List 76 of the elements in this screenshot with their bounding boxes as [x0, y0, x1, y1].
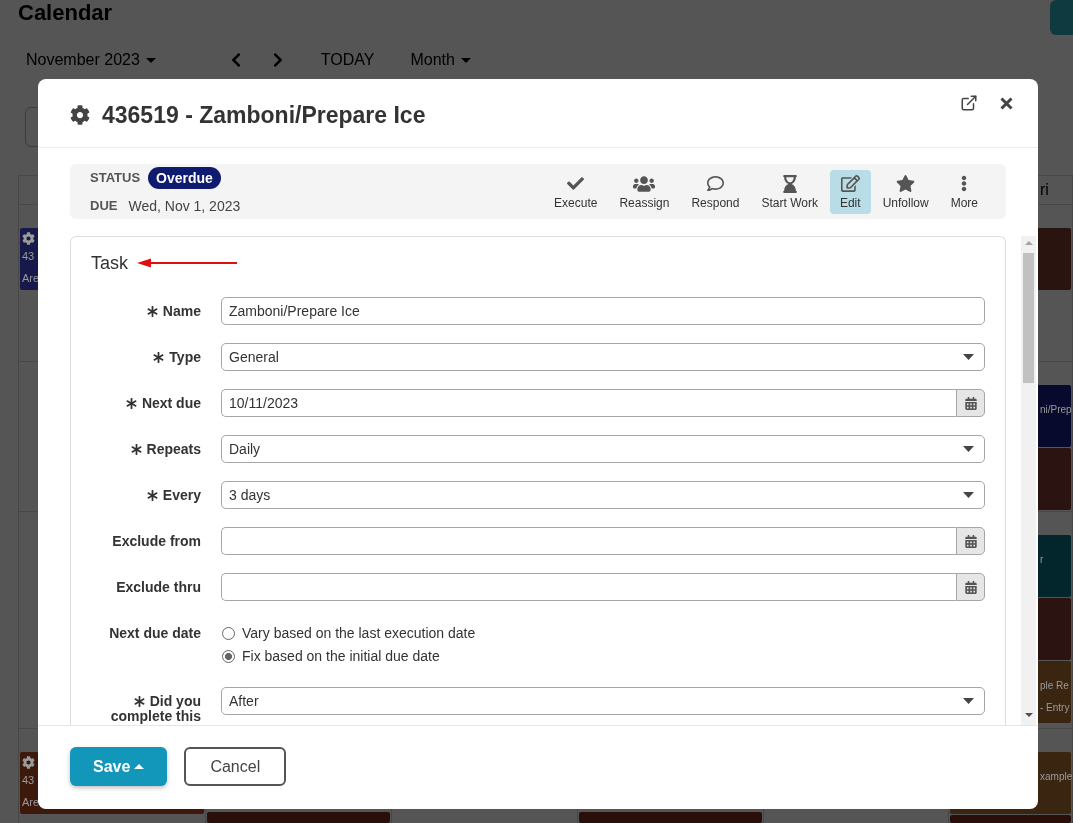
calendar-button[interactable]	[956, 527, 985, 555]
text-field[interactable]: Zamboni/Prepare Ice	[221, 297, 985, 325]
day-header: ri	[1040, 180, 1049, 200]
edit-button[interactable]: Edit	[829, 169, 871, 214]
calendar-icon	[964, 396, 977, 410]
cancel-button[interactable]: Cancel	[184, 747, 287, 786]
chevron-right-icon[interactable]	[272, 52, 283, 68]
chevron-left-icon[interactable]	[230, 52, 241, 68]
users-icon	[633, 174, 656, 193]
calendar-button[interactable]	[956, 573, 985, 601]
date-field[interactable]	[221, 573, 956, 601]
edit-icon	[840, 175, 860, 192]
dropdown[interactable]: General	[221, 343, 985, 371]
status-label: STATUS	[90, 170, 141, 185]
gear-icon	[70, 105, 90, 125]
respond-button[interactable]: Respond	[681, 169, 750, 214]
caret-icon	[963, 492, 974, 498]
page-title: Calendar	[17, 0, 113, 26]
calendar-icon	[964, 534, 977, 548]
event-text: 43	[22, 249, 35, 264]
event-text: - Entry	[1040, 701, 1070, 715]
caret-up-icon	[134, 764, 145, 769]
event-text: ni/Prep	[1040, 403, 1072, 417]
dialog-title: 436519 - Zamboni/Prepare Ice	[102, 101, 426, 130]
section-title: Task	[91, 252, 128, 275]
caret-icon	[145, 57, 156, 63]
event-text: r	[1040, 553, 1044, 567]
caret-icon	[963, 698, 974, 704]
caret-icon	[460, 57, 471, 63]
date-field[interactable]	[221, 527, 956, 555]
field-label: Repeats	[146, 441, 201, 457]
status-badge: Overdue	[148, 166, 221, 189]
star-icon	[896, 175, 916, 192]
scroll-up-icon	[1024, 241, 1033, 245]
event-text: 43	[22, 773, 35, 788]
more-icon	[961, 175, 968, 192]
reassign-button[interactable]: Reassign	[609, 169, 680, 214]
option-label: Fix based on the initial due date	[242, 647, 440, 666]
event-text: Are	[22, 271, 40, 286]
field-label: Every	[162, 487, 201, 503]
scrollbar[interactable]	[1021, 236, 1036, 725]
radio-button[interactable]	[222, 626, 235, 640]
gear-icon	[22, 232, 35, 245]
caret-icon	[963, 354, 974, 360]
event-text: xample	[1040, 770, 1072, 784]
unfollow-button[interactable]: Unfollow	[872, 169, 939, 214]
check-icon	[567, 175, 585, 192]
date-field[interactable]: 10/11/2023	[221, 389, 956, 417]
start-work-button[interactable]: Start Work	[751, 169, 828, 214]
scrollbar-thumb[interactable]	[1023, 253, 1034, 383]
dropdown[interactable]: 3 days	[221, 481, 985, 509]
dropdown[interactable]: After	[221, 687, 985, 715]
event-text: Are	[22, 795, 40, 810]
field-label: Next due date	[109, 625, 201, 641]
field-label: Next due	[141, 395, 201, 411]
speech-bubble-icon	[705, 175, 725, 192]
due-date: Wed, Nov 1, 2023	[128, 197, 241, 214]
field-label: Name	[162, 303, 201, 319]
option-label: Vary based on the last execution date	[242, 624, 476, 643]
close-icon[interactable]	[1000, 96, 1013, 110]
hourglass-icon	[782, 174, 797, 193]
field-label: Exclude from	[112, 533, 201, 549]
due-label: DUE	[90, 198, 118, 213]
execute-button[interactable]: Execute	[544, 169, 608, 214]
gear-icon	[22, 756, 35, 769]
external-link-icon[interactable]	[960, 94, 978, 112]
more-button[interactable]: More	[940, 169, 988, 214]
field-label: Did you complete this	[110, 693, 201, 724]
field-label: Exclude thru	[116, 579, 201, 595]
dropdown[interactable]: Daily	[221, 435, 985, 463]
scroll-down-icon	[1024, 713, 1033, 717]
calendar-icon	[964, 580, 977, 594]
radio-button[interactable]	[222, 649, 235, 663]
field-label: Type	[169, 349, 201, 365]
calendar-button[interactable]	[956, 389, 985, 417]
event-text: ple Re	[1040, 679, 1069, 693]
